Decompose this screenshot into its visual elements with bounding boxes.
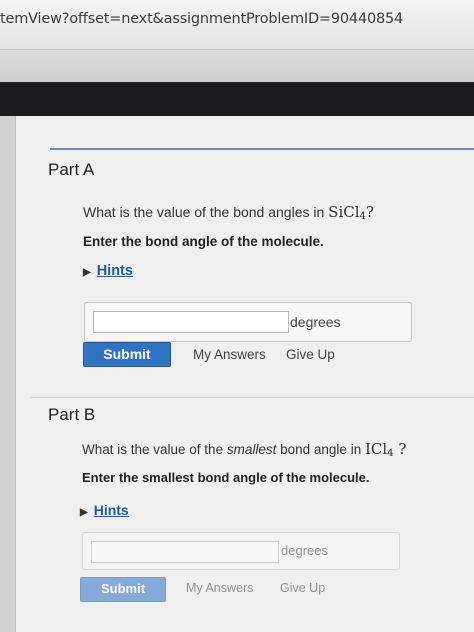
triangle-right-icon: ▶ [83, 267, 91, 278]
part-b-give-up-link[interactable]: Give Up [280, 581, 325, 595]
section-rule [50, 148, 474, 150]
part-divider [30, 397, 474, 398]
browser-toolbar [0, 50, 474, 82]
part-a-title: Part A [48, 160, 95, 179]
part-b-hints-toggle[interactable]: ▶ Hints [80, 502, 129, 518]
part-b-hints-label: Hints [93, 502, 129, 518]
address-bar[interactable]: temView?offset=next&assignmentProblemID=… [0, 0, 474, 50]
part-b-title: Part B [48, 405, 96, 424]
part-a-question-text: What is the value of the bond angles in [83, 204, 325, 220]
part-b-instruction: Enter the smallest bond angle of the mol… [82, 470, 370, 485]
part-a-unit-label: degrees [290, 314, 341, 330]
part-a-hints-label: Hints [96, 263, 133, 279]
part-a-formula: SiCl4? [328, 203, 374, 222]
part-a-give-up-link[interactable]: Give Up [286, 347, 335, 362]
left-gutter [0, 116, 16, 632]
part-a-hints-toggle[interactable]: ▶ Hints [83, 263, 133, 279]
part-b-submit-button[interactable]: Submit [80, 577, 166, 602]
part-b-my-answers-link[interactable]: My Answers [186, 581, 253, 595]
part-b-question: What is the value of the smallest bond a… [82, 440, 406, 459]
part-a-submit-button[interactable]: Submit [83, 342, 171, 367]
part-a-answer-input[interactable] [93, 311, 289, 333]
part-b-question-em: smallest [226, 442, 277, 457]
part-a-instruction: Enter the bond angle of the molecule. [83, 234, 324, 249]
part-b-formula: ICl4 ? [364, 440, 407, 459]
part-b-unit-label: degrees [281, 543, 328, 558]
part-a-answer-box: degrees [84, 302, 412, 342]
triangle-right-icon: ▶ [80, 507, 88, 518]
part-b-question-pre: What is the value of the [82, 442, 224, 457]
part-a-question: What is the value of the bond angles in … [83, 203, 374, 222]
url-text: temView?offset=next&assignmentProblemID=… [0, 11, 404, 27]
part-b-answer-input[interactable] [91, 541, 279, 563]
part-b-answer-box: degrees [82, 532, 400, 570]
part-b-question-post: bond angle in [280, 442, 362, 457]
part-a-my-answers-link[interactable]: My Answers [193, 347, 266, 362]
page-header-bar [0, 82, 474, 116]
